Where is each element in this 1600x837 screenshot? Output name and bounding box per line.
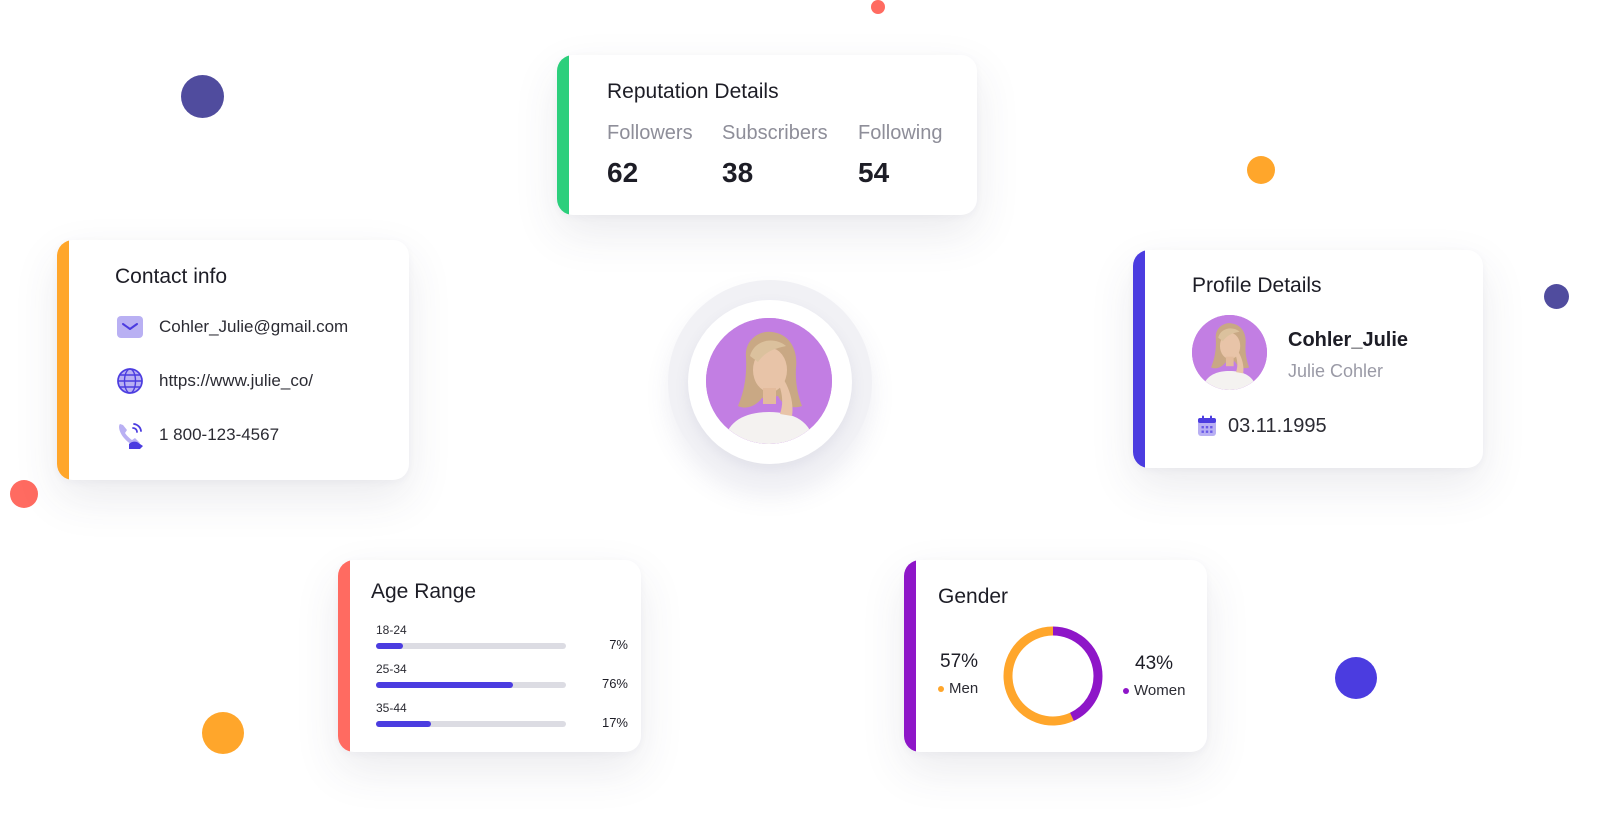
profile-accent-bar — [1133, 250, 1145, 468]
globe-icon — [115, 366, 145, 396]
age-row-label: 35-44 — [376, 701, 407, 715]
profile-title: Profile Details — [1192, 274, 1322, 297]
contact-website-row[interactable]: https://www.julie_co/ — [115, 366, 313, 396]
phone-icon — [115, 420, 145, 450]
contact-accent-bar — [57, 240, 69, 480]
age-range-title: Age Range — [371, 580, 477, 603]
age-progress-fill — [376, 721, 432, 727]
stat-subscribers-label: Subscribers — [722, 122, 828, 144]
avatar-ring-inner — [688, 300, 852, 464]
profile-avatar-portrait — [1192, 315, 1267, 390]
gender-men-percent: 57% — [940, 651, 979, 672]
age-row-percent: 17% — [601, 715, 628, 730]
gender-women-label: Women — [1134, 682, 1186, 699]
gender-women-percent: 43% — [1135, 653, 1174, 674]
age-row-label: 18-24 — [376, 623, 407, 637]
decorative-dot — [1247, 156, 1275, 184]
age-row-percent: 76% — [601, 676, 628, 691]
gender-title: Gender — [938, 585, 1009, 608]
age-row: 25-34 76% — [376, 662, 628, 691]
contact-phone[interactable]: 1 800-123-4567 — [159, 425, 279, 445]
avatar[interactable] — [706, 318, 832, 444]
gender-donut-chart — [1003, 626, 1103, 726]
contact-title: Contact info — [115, 265, 228, 288]
calendar-icon — [1197, 415, 1217, 442]
age-row: 35-44 17% — [376, 701, 628, 730]
age-row-label: 25-34 — [376, 662, 407, 676]
decorative-dot — [1544, 284, 1569, 309]
contact-email-row[interactable]: Cohler_Julie@gmail.com — [115, 312, 348, 342]
age-row: 18-24 7% — [376, 623, 628, 652]
contact-card: Contact info Cohler_Julie@gmail.com http… — [57, 240, 409, 480]
age-progress-track — [376, 682, 566, 688]
stat-subscribers-value: 38 — [722, 157, 754, 188]
profile-avatar[interactable] — [1192, 315, 1267, 390]
age-range-card: Age Range 18-24 7% 25-34 76% 35-44 17% — [338, 560, 641, 752]
stat-subscribers: Subscribers 38 — [722, 122, 828, 189]
donut-men-arc — [1003, 626, 1103, 726]
decorative-dot — [1335, 657, 1377, 699]
profile-birth-date: 03.11.1995 — [1228, 415, 1327, 437]
contact-email[interactable]: Cohler_Julie@gmail.com — [159, 317, 348, 337]
reputation-title: Reputation Details — [607, 80, 779, 103]
contact-website[interactable]: https://www.julie_co/ — [159, 371, 313, 391]
men-legend-dot — [938, 685, 944, 692]
decorative-dot — [181, 75, 224, 118]
women-legend-dot — [1123, 687, 1129, 694]
avatar-portrait — [706, 318, 832, 444]
mail-icon — [115, 312, 145, 342]
reputation-accent-bar — [557, 55, 569, 215]
profile-full-name: Julie Cohler — [1288, 361, 1384, 381]
stat-following-label: Following — [858, 122, 943, 144]
gender-accent-bar — [904, 560, 916, 752]
stat-following-value: 54 — [858, 157, 890, 188]
decorative-dot — [10, 480, 38, 508]
stat-followers: Followers 62 — [607, 122, 693, 189]
age-progress-track — [376, 643, 566, 649]
age-row-percent: 7% — [609, 637, 628, 652]
age-progress-track — [376, 721, 566, 727]
decorative-dot — [202, 712, 244, 754]
age-accent-bar — [338, 560, 350, 752]
contact-phone-row[interactable]: 1 800-123-4567 — [115, 420, 279, 450]
reputation-card: Reputation Details Followers 62 Subscrib… — [557, 55, 977, 215]
stat-followers-label: Followers — [607, 122, 693, 144]
gender-men-label: Men — [949, 680, 979, 697]
age-progress-fill — [376, 643, 403, 649]
age-progress-fill — [376, 682, 513, 688]
profile-card: Profile Details Cohler_Julie Julie Cohle… — [1133, 250, 1483, 468]
gender-men-legend: Men — [938, 680, 978, 697]
profile-username: Cohler_Julie — [1288, 329, 1409, 351]
gender-card: Gender 57% Men 43% Women — [904, 560, 1207, 752]
avatar-ring — [668, 280, 872, 484]
decorative-dot — [871, 0, 885, 14]
stat-following: Following 54 — [858, 122, 942, 189]
stat-followers-value: 62 — [607, 157, 639, 188]
gender-women-legend: Women — [1123, 682, 1185, 699]
